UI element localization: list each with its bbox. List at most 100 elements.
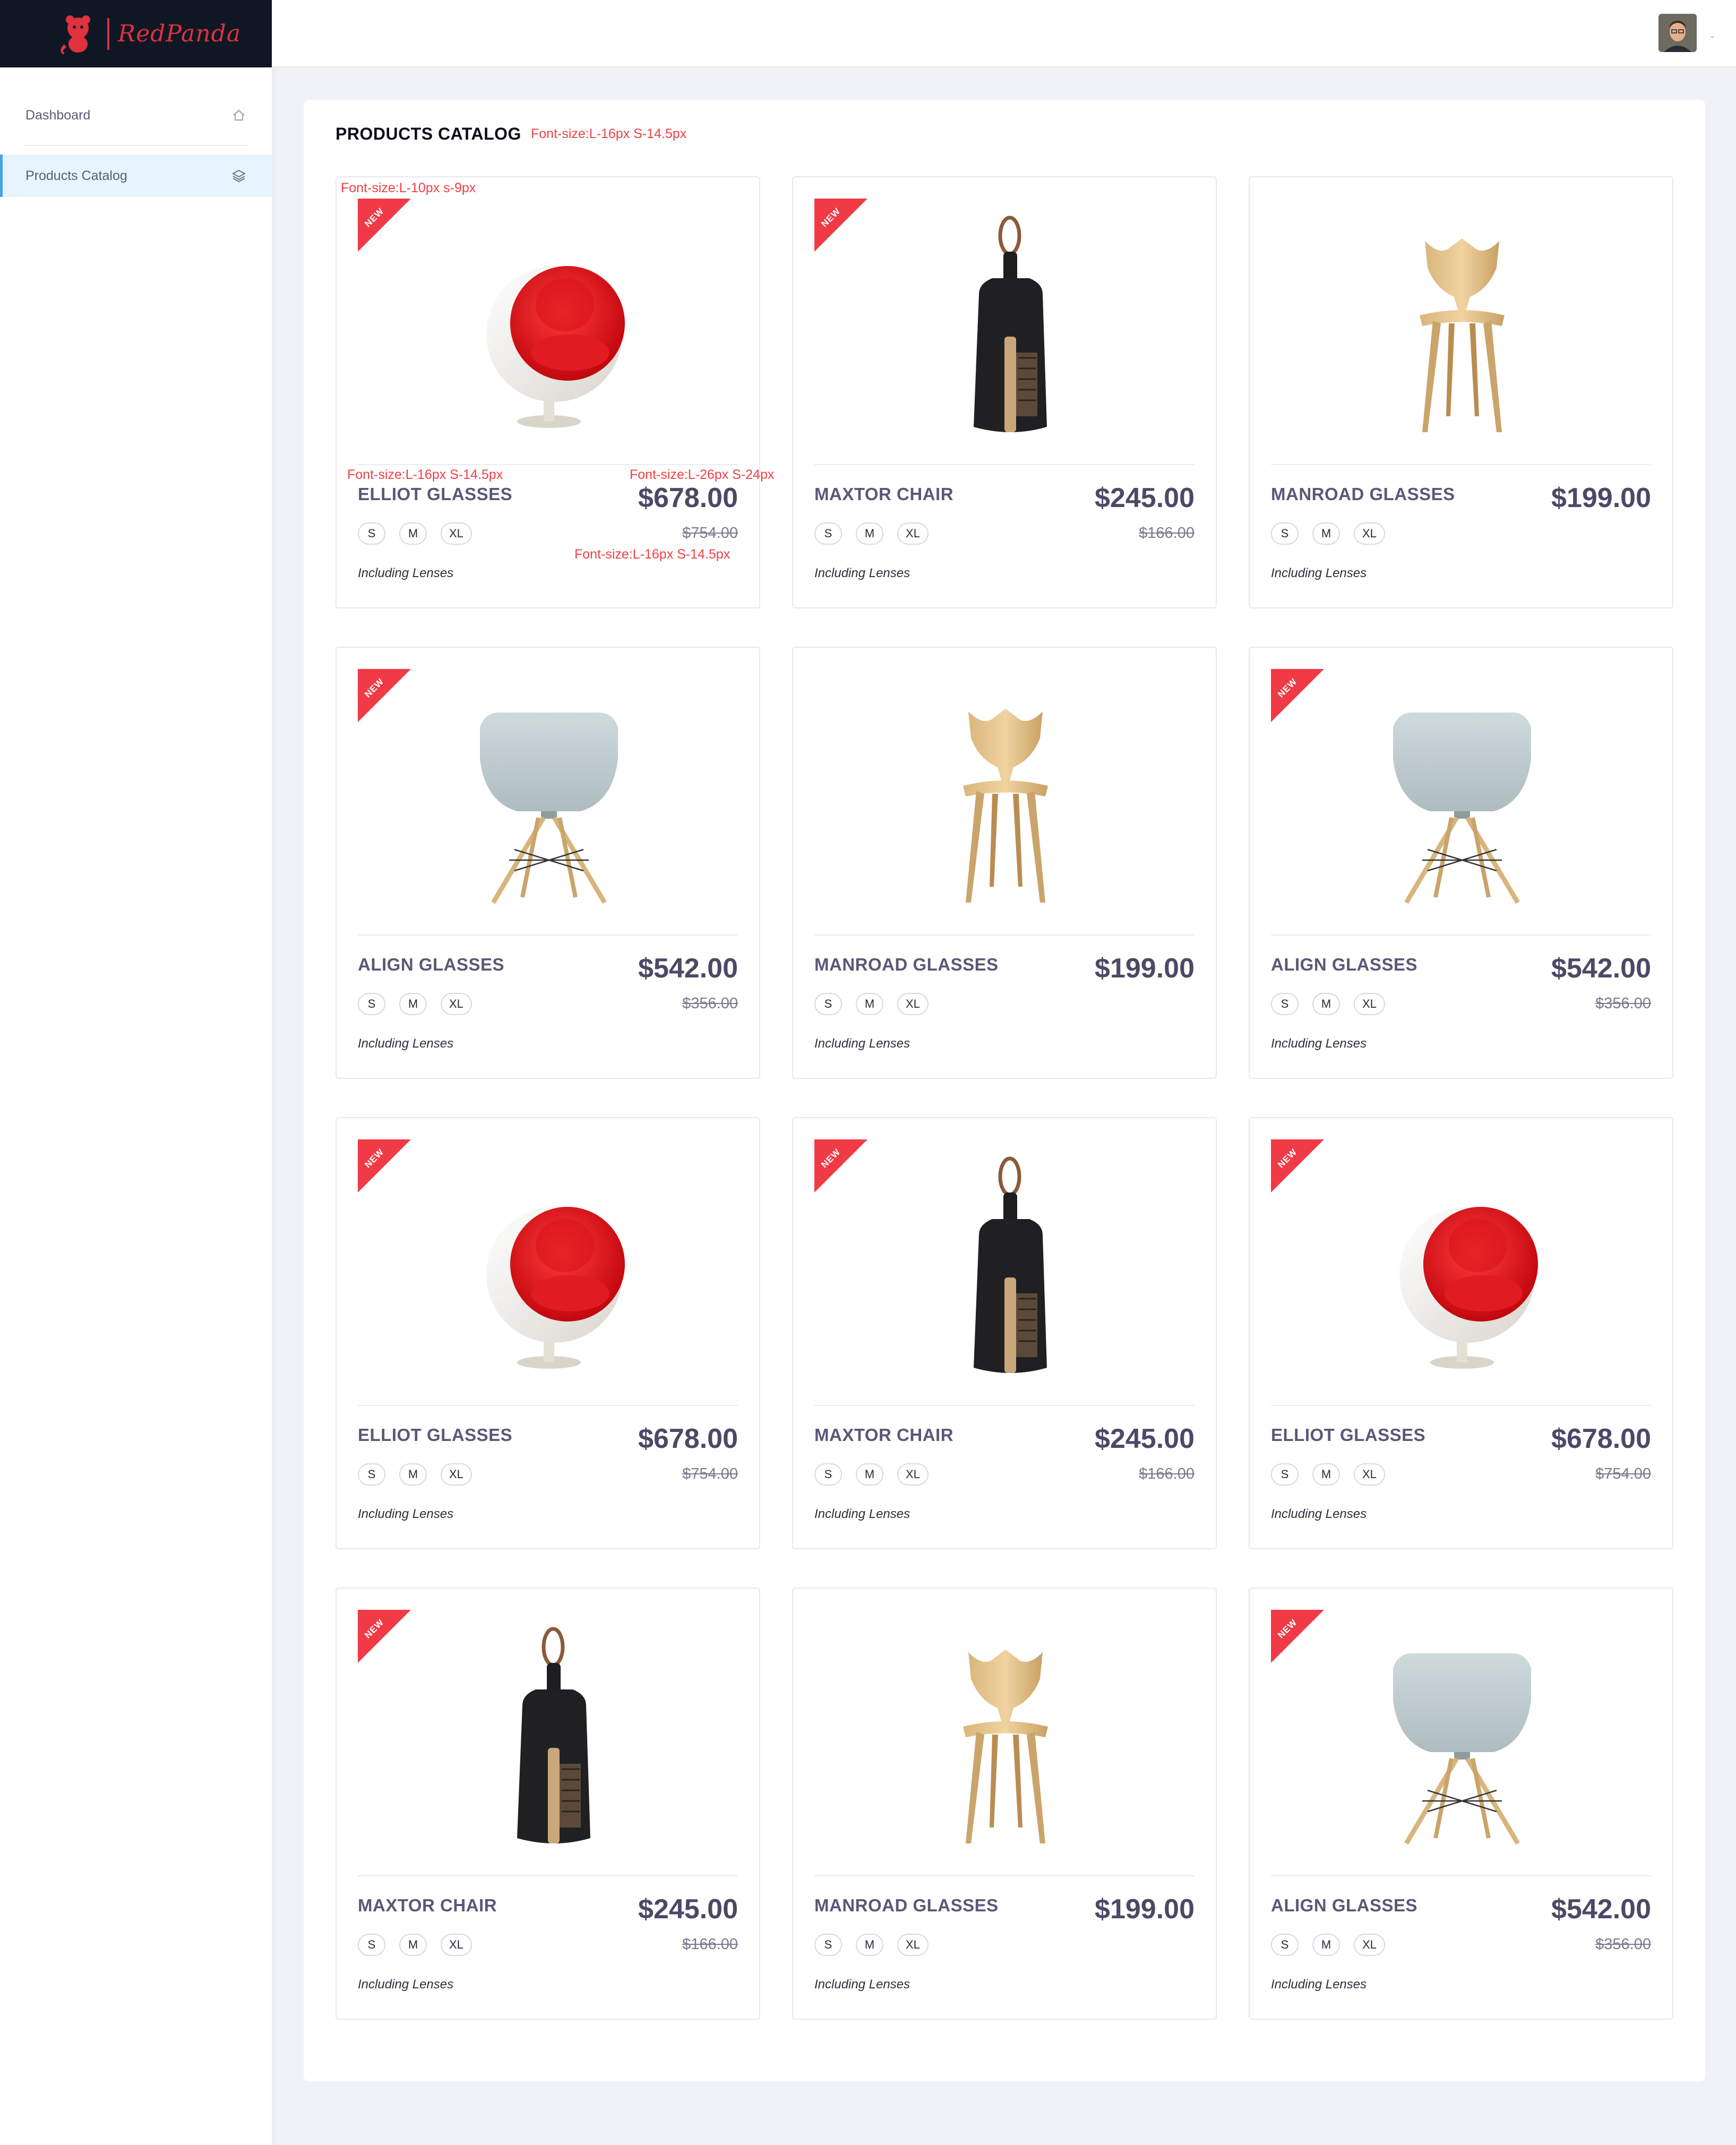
font-annotation-title: Font-size:L-16px S-14.5px bbox=[531, 126, 687, 141]
font-annotation-old-price-font: Font-size:L-16px S-14.5px bbox=[574, 547, 731, 562]
product-card[interactable]: NEW ELLIOT GLASSES $678.00 $754.00 S M XL … bbox=[336, 1117, 760, 1549]
size-option-m[interactable]: M bbox=[399, 1463, 427, 1486]
size-option-m[interactable]: M bbox=[399, 522, 427, 545]
product-image[interactable] bbox=[899, 1150, 1112, 1394]
size-option-xl[interactable]: XL bbox=[1354, 522, 1385, 545]
product-image[interactable] bbox=[443, 209, 655, 453]
size-option-xl[interactable]: XL bbox=[1354, 993, 1385, 1015]
product-name[interactable]: ALIGN GLASSES bbox=[1271, 955, 1417, 975]
product-image[interactable] bbox=[1356, 680, 1568, 924]
product-image[interactable] bbox=[899, 1620, 1112, 1865]
size-option-s[interactable]: S bbox=[814, 1934, 842, 1956]
size-options: S M XL bbox=[814, 993, 929, 1015]
top-header: ⌄ bbox=[272, 0, 1736, 67]
size-option-m[interactable]: M bbox=[1312, 993, 1340, 1015]
product-old-price: $356.00 bbox=[1595, 995, 1651, 1012]
catalog-panel: PRODUCTS CATALOG Font-size:L-16px S-14.5… bbox=[304, 100, 1705, 2081]
product-name[interactable]: ELLIOT GLASSES bbox=[358, 484, 512, 504]
sidebar-item-products-catalog[interactable]: Products Catalog bbox=[0, 155, 272, 197]
product-card[interactable]: MANROAD GLASSES $199.00 S M XL Including L… bbox=[1249, 176, 1673, 608]
size-option-xl[interactable]: XL bbox=[897, 993, 929, 1015]
size-option-s[interactable]: S bbox=[1271, 993, 1299, 1015]
product-card[interactable]: MANROAD GLASSES $199.00 S M XL Including L… bbox=[792, 647, 1217, 1079]
brand-name[interactable]: RedPanda bbox=[118, 20, 241, 47]
product-card[interactable]: NEW MAXTOR CHAIR $245.00 $166.00 S M XL In… bbox=[336, 1588, 760, 2020]
product-card[interactable]: MANROAD GLASSES $199.00 S M XL Including L… bbox=[792, 1588, 1217, 2020]
sidebar-item-dashboard[interactable]: Dashboard bbox=[0, 94, 272, 136]
product-image[interactable] bbox=[1356, 1620, 1568, 1865]
size-option-m[interactable]: M bbox=[1312, 1934, 1340, 1956]
product-card[interactable]: NEW ELLIOT GLASSES $678.00 $754.00 S M XL … bbox=[336, 176, 760, 608]
size-option-s[interactable]: S bbox=[1271, 522, 1299, 545]
size-option-s[interactable]: S bbox=[358, 1934, 385, 1956]
product-price: $245.00 bbox=[1095, 483, 1194, 513]
size-option-m[interactable]: M bbox=[856, 522, 883, 545]
lenses-label: Including Lenses bbox=[1271, 1507, 1367, 1521]
size-option-m[interactable]: M bbox=[1312, 522, 1340, 545]
product-card[interactable]: NEW ALIGN GLASSES $542.00 $356.00 S M XL I… bbox=[1249, 1588, 1673, 2020]
size-option-xl[interactable]: XL bbox=[441, 522, 472, 545]
size-option-m[interactable]: M bbox=[856, 993, 883, 1015]
size-option-xl[interactable]: XL bbox=[441, 1463, 472, 1486]
product-card[interactable]: NEW MAXTOR CHAIR $245.00 $166.00 S M XL In… bbox=[792, 176, 1217, 608]
product-card[interactable]: NEW MAXTOR CHAIR $245.00 $166.00 S M XL In… bbox=[792, 1117, 1217, 1549]
product-old-price: $356.00 bbox=[682, 995, 738, 1012]
product-name[interactable]: ELLIOT GLASSES bbox=[1271, 1425, 1425, 1445]
size-option-s[interactable]: S bbox=[358, 1463, 385, 1486]
sidebar-item-label: Products Catalog bbox=[25, 168, 127, 183]
product-name[interactable]: MANROAD GLASSES bbox=[1271, 484, 1455, 504]
product-name[interactable]: MAXTOR CHAIR bbox=[814, 1425, 953, 1445]
size-option-s[interactable]: S bbox=[814, 1463, 842, 1486]
size-option-xl[interactable]: XL bbox=[441, 1934, 472, 1956]
card-divider bbox=[358, 464, 738, 465]
size-option-s[interactable]: S bbox=[358, 993, 385, 1015]
size-options: S M XL bbox=[814, 522, 929, 545]
product-old-price: $166.00 bbox=[1139, 1465, 1194, 1482]
product-card[interactable]: NEW ELLIOT GLASSES $678.00 $754.00 S M XL … bbox=[1249, 1117, 1673, 1549]
product-image[interactable] bbox=[443, 1150, 655, 1394]
product-name[interactable]: MAXTOR CHAIR bbox=[358, 1895, 497, 1916]
user-avatar[interactable] bbox=[1658, 14, 1697, 52]
size-option-xl[interactable]: XL bbox=[1354, 1463, 1385, 1486]
product-image[interactable] bbox=[1356, 209, 1568, 453]
card-divider bbox=[814, 464, 1194, 465]
product-name[interactable]: ELLIOT GLASSES bbox=[358, 1425, 512, 1445]
size-option-s[interactable]: S bbox=[1271, 1934, 1299, 1956]
product-name[interactable]: MAXTOR CHAIR bbox=[814, 484, 953, 504]
product-image[interactable] bbox=[899, 680, 1112, 924]
card-divider bbox=[358, 1405, 738, 1406]
product-old-price: $754.00 bbox=[1595, 1465, 1651, 1482]
size-option-s[interactable]: S bbox=[1271, 1463, 1299, 1486]
size-options: S M XL bbox=[1271, 1463, 1385, 1486]
product-name[interactable]: ALIGN GLASSES bbox=[358, 955, 504, 975]
product-name[interactable]: ALIGN GLASSES bbox=[1271, 1895, 1417, 1916]
size-option-xl[interactable]: XL bbox=[897, 522, 929, 545]
size-option-xl[interactable]: XL bbox=[897, 1463, 929, 1486]
product-card[interactable]: NEW ALIGN GLASSES $542.00 $356.00 S M XL I… bbox=[336, 647, 760, 1079]
product-card[interactable]: NEW ALIGN GLASSES $542.00 $356.00 S M XL I… bbox=[1249, 647, 1673, 1079]
size-option-xl[interactable]: XL bbox=[1354, 1934, 1385, 1956]
size-option-xl[interactable]: XL bbox=[897, 1934, 929, 1956]
product-image[interactable] bbox=[443, 680, 655, 924]
product-image[interactable] bbox=[443, 1620, 655, 1865]
size-option-m[interactable]: M bbox=[856, 1463, 883, 1486]
product-name[interactable]: MANROAD GLASSES bbox=[814, 955, 999, 975]
size-option-s[interactable]: S bbox=[358, 522, 385, 545]
size-option-s[interactable]: S bbox=[814, 522, 842, 545]
product-image[interactable] bbox=[1356, 1150, 1568, 1394]
lenses-label: Including Lenses bbox=[1271, 1036, 1367, 1051]
product-image[interactable] bbox=[899, 209, 1112, 453]
sidebar-item-label: Dashboard bbox=[25, 107, 91, 123]
lenses-label: Including Lenses bbox=[814, 1036, 910, 1051]
chevron-down-icon[interactable]: ⌄ bbox=[1708, 30, 1716, 41]
new-badge: NEW bbox=[358, 669, 411, 722]
size-option-m[interactable]: M bbox=[856, 1934, 883, 1956]
size-option-s[interactable]: S bbox=[814, 993, 842, 1015]
lenses-label: Including Lenses bbox=[814, 566, 910, 580]
size-option-m[interactable]: M bbox=[1312, 1463, 1340, 1486]
size-option-xl[interactable]: XL bbox=[441, 993, 472, 1015]
size-option-m[interactable]: M bbox=[399, 1934, 427, 1956]
size-option-m[interactable]: M bbox=[399, 993, 427, 1015]
red-panda-logo-icon[interactable] bbox=[59, 13, 97, 55]
product-name[interactable]: MANROAD GLASSES bbox=[814, 1895, 999, 1916]
